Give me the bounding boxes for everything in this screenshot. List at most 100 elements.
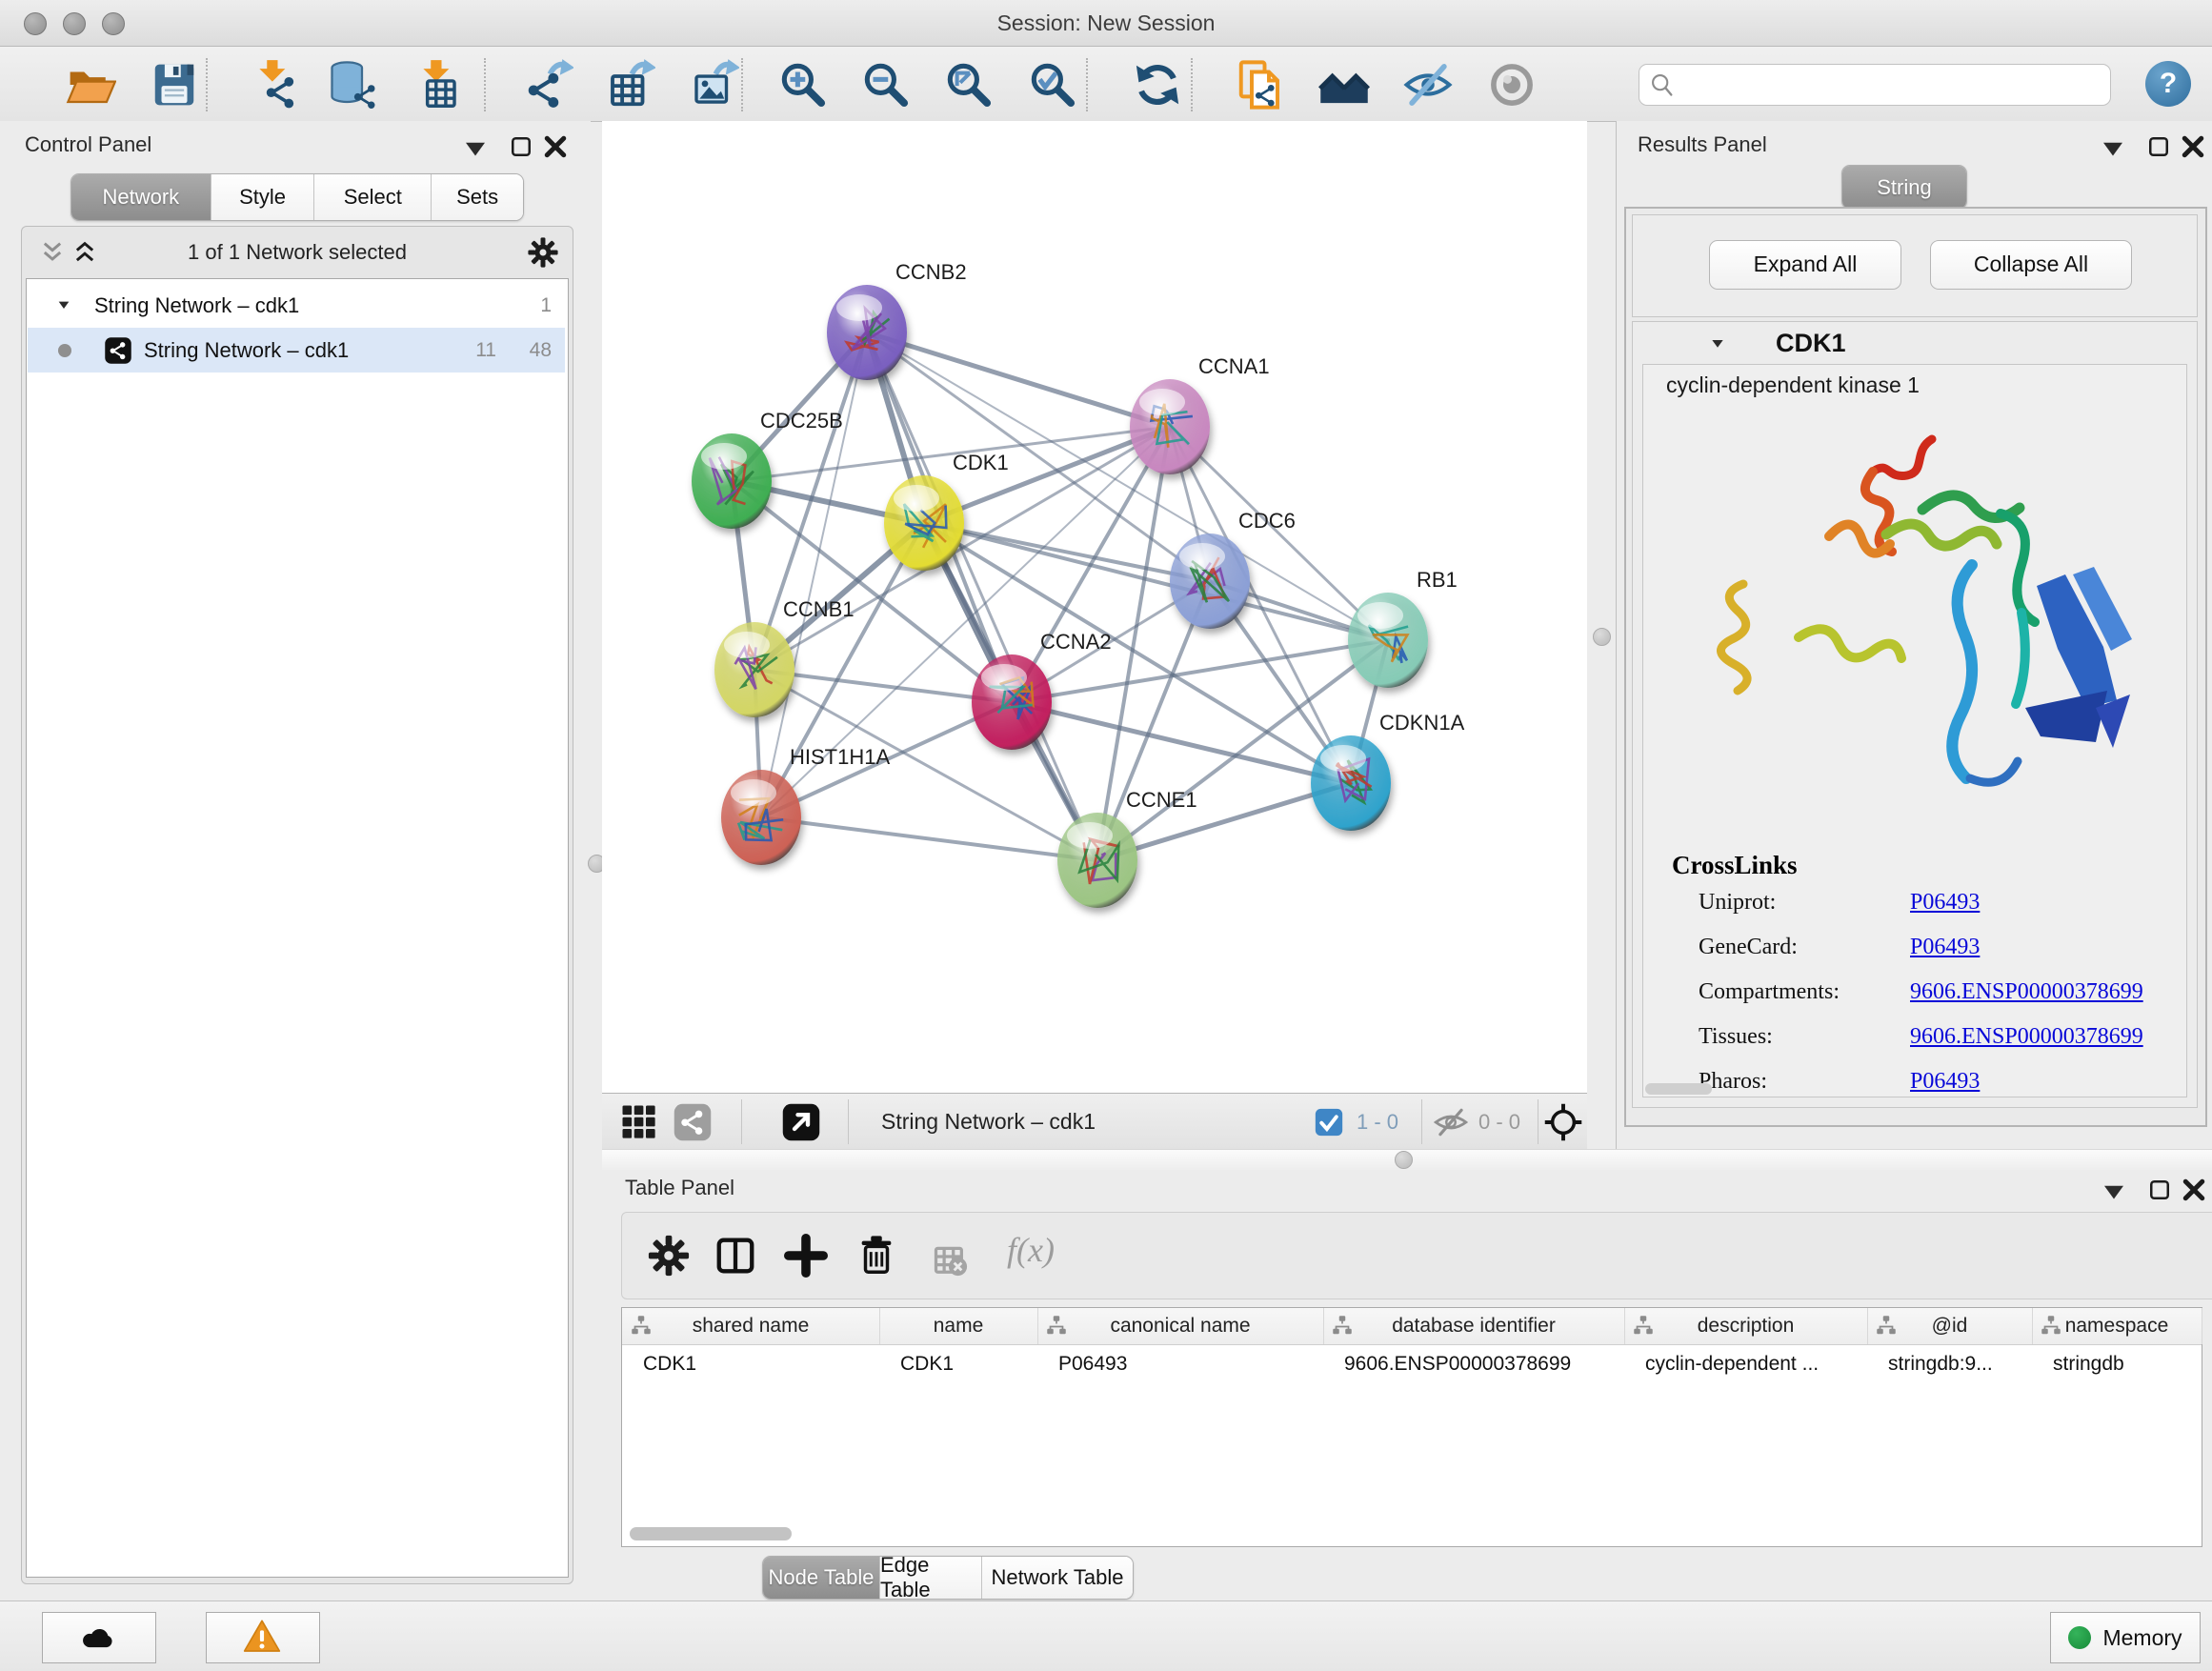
column-header[interactable]: namespace [2032, 1308, 2202, 1344]
collapse-all-button[interactable]: Collapse All [1930, 240, 2132, 290]
open-session-button[interactable] [65, 59, 116, 111]
control-panel-title: Control Panel [25, 132, 151, 157]
network-node[interactable]: CCNB1 [714, 597, 855, 717]
column-header[interactable]: shared name [622, 1308, 880, 1344]
horizontal-splitter[interactable] [602, 1149, 2212, 1171]
zoom-selected-button[interactable] [1027, 59, 1078, 111]
table-cell[interactable]: cyclin-dependent ... [1624, 1344, 1867, 1384]
help-button[interactable]: ? [2145, 61, 2191, 107]
table-cell[interactable]: P06493 [1037, 1344, 1323, 1384]
table-cell[interactable]: CDK1 [879, 1344, 1037, 1384]
fit-selected-crosshair-icon[interactable] [1543, 1102, 1583, 1142]
network-edge[interactable] [867, 332, 1097, 860]
close-panel-icon[interactable] [541, 132, 570, 161]
expand-all-button[interactable]: Expand All [1709, 240, 1901, 290]
float-panel-icon[interactable] [2145, 1176, 2174, 1204]
network-edge[interactable] [924, 523, 1210, 581]
crosslink-link[interactable]: 9606.ENSP00000378699 [1910, 1024, 2143, 1050]
save-session-button[interactable] [149, 59, 200, 111]
float-panel-icon[interactable] [2144, 132, 2173, 161]
export-network-button[interactable] [522, 59, 573, 111]
import-network-database-button[interactable] [328, 59, 379, 111]
add-column-icon[interactable] [784, 1234, 828, 1278]
column-header[interactable]: name [879, 1308, 1038, 1344]
panel-menu-icon[interactable] [461, 134, 490, 163]
network-canvas[interactable]: CCNB2CCNA1CDC25BCDK1CDC6RB1CCNB1CCNA2CDK… [602, 121, 1587, 1093]
horizontal-splitter-grip[interactable] [1395, 1151, 1413, 1169]
import-network-file-button[interactable] [248, 59, 299, 111]
network-node[interactable]: CCNB2 [827, 260, 967, 380]
hidden-eye-icon[interactable] [1433, 1104, 1469, 1140]
duplicate-network-button[interactable] [1235, 59, 1286, 111]
tab-style[interactable]: Style [211, 174, 315, 220]
close-panel-icon[interactable] [2179, 132, 2207, 161]
network-node[interactable]: CCNA1 [1130, 354, 1270, 474]
expand-collapse-bar: Expand All Collapse All [1632, 214, 2198, 317]
network-node[interactable]: RB1 [1348, 568, 1458, 688]
delete-column-icon[interactable] [855, 1234, 898, 1278]
tab-node-table[interactable]: Node Table [763, 1557, 880, 1599]
network-edge[interactable] [761, 817, 1097, 860]
network-node[interactable]: CDK1 [884, 451, 1009, 571]
zoom-fit-button[interactable] [943, 59, 995, 111]
network-node[interactable]: HIST1H1A [721, 745, 890, 865]
table-hscrollbar[interactable] [630, 1527, 792, 1540]
results-hscrollbar[interactable] [1645, 1083, 1712, 1095]
section-expander-icon[interactable] [1707, 335, 1728, 352]
table-cell[interactable]: stringdb:9... [1867, 1344, 2032, 1384]
memory-button[interactable]: Memory [2050, 1612, 2201, 1663]
detach-view-icon[interactable] [781, 1102, 821, 1142]
zoom-in-button[interactable] [777, 59, 829, 111]
search-box[interactable] [1639, 64, 2111, 106]
tab-sets[interactable]: Sets [432, 174, 523, 220]
tab-select[interactable]: Select [314, 174, 432, 220]
show-hidden-button[interactable] [1486, 59, 1538, 111]
table-cell[interactable]: 9606.ENSP00000378699 [1323, 1344, 1624, 1384]
hide-selected-button[interactable] [1402, 59, 1454, 111]
warnings-button[interactable] [206, 1612, 320, 1663]
column-header[interactable]: description [1624, 1308, 1868, 1344]
table-cell[interactable]: CDK1 [622, 1344, 879, 1384]
network-collection-row[interactable]: String Network – cdk1 1 [28, 283, 565, 328]
network-row[interactable]: String Network – cdk1 11 48 [28, 328, 565, 372]
show-columns-icon[interactable] [714, 1234, 757, 1278]
column-header[interactable]: database identifier [1323, 1308, 1625, 1344]
float-panel-icon[interactable] [507, 132, 535, 161]
search-input[interactable] [1683, 67, 2097, 101]
network-options-gear-icon[interactable] [527, 236, 559, 269]
export-image-button[interactable] [688, 59, 739, 111]
close-panel-icon[interactable] [2180, 1176, 2208, 1204]
network-edge[interactable] [867, 332, 1170, 427]
table-cell[interactable]: stringdb [2032, 1344, 2202, 1384]
table-row[interactable]: CDK1CDK1P064939606.ENSP00000378699cyclin… [622, 1344, 2202, 1384]
panel-menu-icon[interactable] [2100, 1178, 2128, 1206]
crosslink-link[interactable]: 9606.ENSP00000378699 [1910, 979, 2143, 1005]
tab-string[interactable]: String [1842, 166, 1966, 209]
node-section-header[interactable]: CDK1 [1633, 322, 2197, 364]
zoom-out-button[interactable] [860, 59, 912, 111]
tab-edge-table[interactable]: Edge Table [880, 1557, 982, 1599]
column-header[interactable]: @id [1867, 1308, 2033, 1344]
network-overview-icon[interactable] [673, 1102, 713, 1142]
panel-menu-icon[interactable] [2099, 134, 2127, 163]
crosslink-link[interactable]: P06493 [1910, 935, 1980, 960]
table-options-gear-icon[interactable] [647, 1234, 691, 1278]
crosslink-link[interactable]: P06493 [1910, 890, 1980, 916]
tab-network-table[interactable]: Network Table [982, 1557, 1133, 1599]
refresh-button[interactable] [1132, 59, 1183, 111]
cloud-button[interactable] [42, 1612, 156, 1663]
column-header-label: description [1624, 1308, 1867, 1344]
column-header[interactable]: canonical name [1037, 1308, 1324, 1344]
export-table-button[interactable] [604, 59, 655, 111]
network-node[interactable]: CCNE1 [1057, 788, 1197, 908]
home-button[interactable] [1318, 59, 1370, 111]
selected-checkbox-icon[interactable] [1313, 1106, 1345, 1138]
network-edge[interactable] [1012, 702, 1351, 783]
network-node[interactable]: CDKN1A [1311, 711, 1465, 831]
crosslink-link[interactable]: P06493 [1910, 1069, 1980, 1095]
import-table-button[interactable] [412, 59, 463, 111]
right-splitter-grip[interactable] [1593, 628, 1611, 646]
birdseye-grid-icon[interactable] [619, 1102, 659, 1142]
tab-network[interactable]: Network [71, 174, 211, 220]
collection-expander-icon[interactable] [54, 297, 73, 312]
